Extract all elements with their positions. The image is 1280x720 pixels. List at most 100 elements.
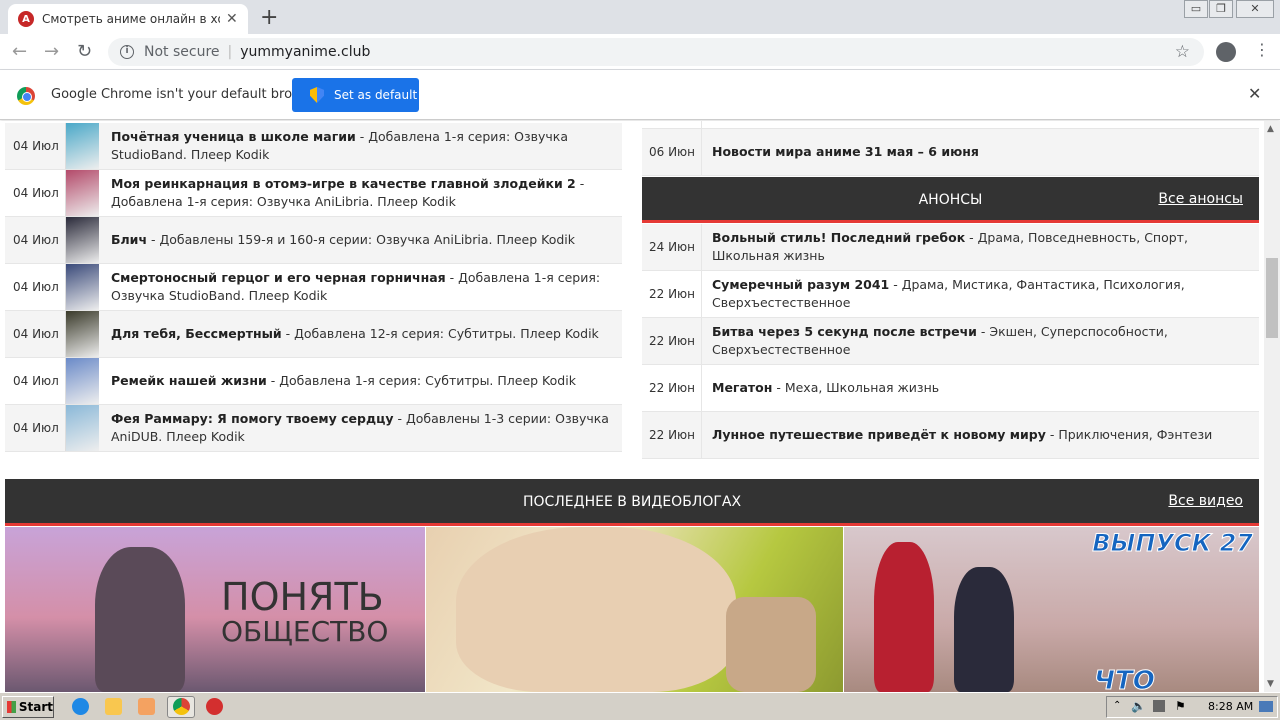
scroll-thumb[interactable] <box>1266 258 1278 338</box>
announcement-title[interactable]: Вольный стиль! Последний гребок <box>712 230 965 245</box>
scroll-down-icon[interactable]: ▼ <box>1267 679 1274 689</box>
ie-icon[interactable] <box>72 698 89 715</box>
all-videos-link[interactable]: Все видео <box>1168 493 1243 509</box>
announcement-row[interactable]: 22 Июн Лунное путешествие приведёт к ново… <box>642 412 1259 459</box>
update-date: 04 Июл <box>13 280 59 294</box>
announcement-title[interactable]: Мегатон <box>712 380 772 395</box>
tray-expand-icon[interactable]: ⌃ <box>1113 700 1121 711</box>
page-scrollbar[interactable]: ▲ ▼ <box>1264 121 1280 692</box>
minimize-button[interactable]: ▭ <box>1184 0 1208 18</box>
omnibox[interactable]: i Not secure | yummyanime.club ☆ <box>108 38 1204 66</box>
update-row[interactable]: 04 Июл Для тебя, Бессмертный - Добавлена … <box>5 311 622 358</box>
video1-line2: ОБЩЕСТВО <box>221 615 389 648</box>
update-text[interactable]: Фея Раммару: Я помогу твоему сердцу - До… <box>111 410 622 446</box>
update-text[interactable]: Моя реинкарнация в отомэ-игре в качестве… <box>111 175 622 211</box>
update-text[interactable]: Почётная ученица в школе магии - Добавле… <box>111 128 622 164</box>
news-row[interactable]: 06 Июн Новости мира аниме 31 мая – 6 июн… <box>642 129 1259 176</box>
video-figure <box>456 527 736 692</box>
announcement-row[interactable]: 24 Июн Вольный стиль! Последний гребок - … <box>642 224 1259 271</box>
anime-poster-thumb[interactable] <box>65 311 99 357</box>
anime-poster-thumb[interactable] <box>65 264 99 310</box>
update-title[interactable]: Блич <box>111 232 147 247</box>
forward-arrow-icon[interactable]: → <box>44 41 59 62</box>
announcement-text[interactable]: Лунное путешествие приведёт к новому мир… <box>712 426 1220 444</box>
site-favicon-icon: A <box>18 11 34 27</box>
announcement-text[interactable]: Мегатон - Меха, Школьная жизнь <box>712 379 947 397</box>
video-thumb-2[interactable] <box>426 527 843 692</box>
announcement-date: 22 Июн <box>642 271 702 317</box>
announcement-title[interactable]: Сумеречный разум 2041 <box>712 277 889 292</box>
announcement-title[interactable]: Битва через 5 секунд после встречи <box>712 324 977 339</box>
update-text[interactable]: Смертоносный герцог и его черная горничн… <box>111 269 622 305</box>
video-figure <box>954 567 1014 692</box>
update-text[interactable]: Для тебя, Бессмертный - Добавлена 12-я с… <box>111 325 607 343</box>
update-date: 04 Июл <box>13 186 59 200</box>
url-text[interactable]: yummyanime.club <box>240 44 370 60</box>
news-row-partial <box>642 121 1259 129</box>
profile-avatar-icon[interactable] <box>1216 42 1236 62</box>
announcement-text[interactable]: Битва через 5 секунд после встречи - Экш… <box>712 323 1259 359</box>
anime-poster-thumb[interactable] <box>65 123 99 169</box>
chrome-menu-icon[interactable]: ⋮ <box>1254 40 1270 59</box>
scroll-up-icon[interactable]: ▲ <box>1267 124 1274 134</box>
announcement-row[interactable]: 22 Июн Сумеречный разум 2041 - Драма, Мис… <box>642 271 1259 318</box>
video-figure <box>726 597 816 692</box>
restore-button[interactable]: ❐ <box>1209 0 1233 18</box>
video-thumb-1[interactable]: ПОНЯТЬ ОБЩЕСТВО <box>5 527 425 692</box>
row-date <box>642 121 702 128</box>
update-title[interactable]: Смертоносный герцог и его черная горничн… <box>111 270 446 285</box>
update-row[interactable]: 04 Июл Ремейк нашей жизни - Добавлена 1-я… <box>5 358 622 405</box>
update-text[interactable]: Ремейк нашей жизни - Добавлена 1-я серия… <box>111 372 584 390</box>
reload-icon[interactable]: ↻ <box>77 41 92 62</box>
video-thumbnails: ПОНЯТЬ ОБЩЕСТВО ВЫПУСК 27 ЧТО <box>5 527 1259 692</box>
set-as-default-button[interactable]: Set as default <box>292 78 419 112</box>
anime-poster-thumb[interactable] <box>65 358 99 404</box>
windows-taskbar: Start ⌃ 🔈 ⚑ 8:28 AM <box>0 692 1280 720</box>
announcement-text[interactable]: Вольный стиль! Последний гребок - Драма,… <box>712 229 1259 265</box>
new-tab-button[interactable]: + <box>260 5 278 30</box>
all-announcements-link[interactable]: Все анонсы <box>1158 191 1243 207</box>
anime-poster-thumb[interactable] <box>65 170 99 216</box>
update-text[interactable]: Блич - Добавлены 159-я и 160-я серии: Оз… <box>111 231 583 249</box>
stop-icon[interactable] <box>206 698 223 715</box>
tab-strip: A Смотреть аниме онлайн в хорошем ✕ + ▭ … <box>0 0 1280 34</box>
flag-icon[interactable]: ⚑ <box>1175 699 1186 713</box>
video3-bottom-text: ЧТО <box>1094 666 1156 693</box>
update-title[interactable]: Ремейк нашей жизни <box>111 373 267 388</box>
update-row[interactable]: 04 Июл Смертоносный герцог и его черная г… <box>5 264 622 311</box>
clock: 8:28 AM <box>1208 700 1254 713</box>
close-window-button[interactable]: ✕ <box>1236 0 1274 18</box>
media-player-icon[interactable] <box>138 698 155 715</box>
network-icon[interactable] <box>1153 700 1165 712</box>
announcement-row[interactable]: 22 Июн Битва через 5 секунд после встречи… <box>642 318 1259 365</box>
update-title[interactable]: Для тебя, Бессмертный <box>111 326 282 341</box>
video-thumb-3[interactable]: ВЫПУСК 27 ЧТО <box>844 527 1259 692</box>
announcement-title[interactable]: Лунное путешествие приведёт к новому мир… <box>712 427 1046 442</box>
back-arrow-icon[interactable]: ← <box>12 41 27 62</box>
update-row[interactable]: 04 Июл Блич - Добавлены 159-я и 160-я сер… <box>5 217 622 264</box>
explorer-folder-icon[interactable] <box>105 698 122 715</box>
update-row[interactable]: 04 Июл Моя реинкарнация в отомэ-игре в ка… <box>5 170 622 217</box>
anime-poster-thumb[interactable] <box>65 217 99 263</box>
update-row[interactable]: 04 Июл Фея Раммару: Я помогу твоему сердц… <box>5 405 622 452</box>
info-icon[interactable]: i <box>120 45 134 59</box>
start-button[interactable]: Start <box>2 696 54 718</box>
update-desc: - Добавлена 1-я серия: Субтитры. Плеер K… <box>266 373 576 388</box>
bookmark-star-icon[interactable]: ☆ <box>1175 42 1190 62</box>
update-title[interactable]: Фея Раммару: Я помогу твоему сердцу <box>111 411 393 426</box>
browser-tab[interactable]: A Смотреть аниме онлайн в хорошем ✕ <box>8 4 248 34</box>
announcement-text[interactable]: Сумеречный разум 2041 - Драма, Мистика, … <box>712 276 1259 312</box>
anime-poster-thumb[interactable] <box>65 405 99 451</box>
news-date: 06 Июн <box>642 129 702 175</box>
url-separator: | <box>227 44 233 60</box>
volume-icon[interactable]: 🔈 <box>1131 699 1146 713</box>
update-title[interactable]: Почётная ученица в школе магии <box>111 129 356 144</box>
tab-close-icon[interactable]: ✕ <box>226 11 238 27</box>
announcement-date: 22 Июн <box>642 365 702 411</box>
announcement-row[interactable]: 22 Июн Мегатон - Меха, Школьная жизнь <box>642 365 1259 412</box>
news-title[interactable]: Новости мира аниме 31 мая – 6 июня <box>712 143 987 161</box>
show-desktop-icon[interactable] <box>1259 701 1273 712</box>
update-row[interactable]: 04 Июл Почётная ученица в школе магии - Д… <box>5 123 622 170</box>
update-title[interactable]: Моя реинкарнация в отомэ-игре в качестве… <box>111 176 576 191</box>
infobar-close-icon[interactable]: ✕ <box>1248 84 1261 103</box>
